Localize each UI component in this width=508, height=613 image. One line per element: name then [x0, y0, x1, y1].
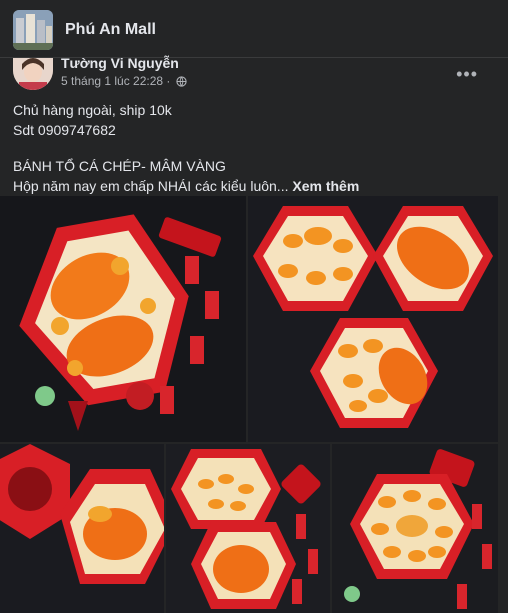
more-options-button[interactable]: ••• — [456, 64, 478, 85]
group-header: Phú An Mall — [0, 0, 508, 58]
post-photo-3[interactable] — [0, 444, 164, 613]
post-line: Sdt 0909747682 — [13, 122, 116, 138]
post-photo-5[interactable] — [332, 444, 498, 613]
group-thumbnail[interactable] — [13, 10, 53, 50]
post-line: Chủ hàng ngoài, ship 10k — [13, 102, 172, 118]
post-line-with-see-more: Hộp năm nay em chấp NHÁI các kiểu luôn..… — [13, 176, 493, 196]
post-photo-2[interactable] — [248, 196, 498, 442]
post-body: Chủ hàng ngoài, ship 10k Sdt 0909747682 … — [13, 100, 493, 196]
group-name[interactable]: Phú An Mall — [65, 21, 156, 39]
post-line: Hộp năm nay em chấp NHÁI các kiểu luôn..… — [13, 178, 289, 194]
avatar[interactable] — [13, 58, 53, 90]
post-photo-1[interactable] — [0, 196, 246, 442]
globe-icon — [176, 76, 187, 90]
see-more-link[interactable]: Xem thêm — [292, 178, 359, 194]
post-timestamp[interactable]: 5 tháng 1 lúc 22:28 · — [61, 74, 170, 88]
post-line: BÁNH TỔ CÁ CHÉP- MÂM VÀNG — [13, 158, 226, 174]
post-header: Tường Vi Nguyễn 5 tháng 1 lúc 22:28 · ••… — [0, 55, 508, 94]
post-meta: 5 tháng 1 lúc 22:28 · — [61, 74, 187, 90]
post-photo-4[interactable] — [166, 444, 330, 613]
author-name[interactable]: Tường Vi Nguyễn — [61, 55, 179, 71]
